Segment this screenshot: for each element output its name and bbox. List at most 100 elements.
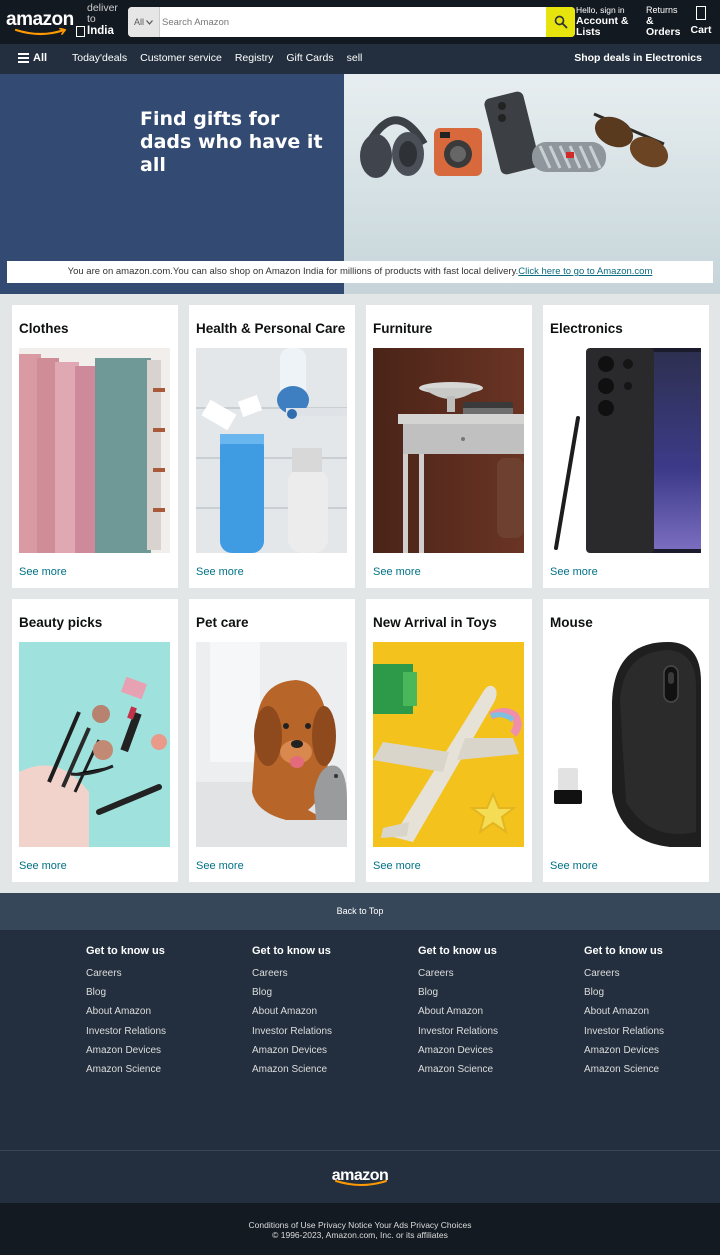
beauty-image[interactable]	[19, 642, 170, 847]
mouse-image[interactable]	[550, 642, 701, 847]
footer-link-blog[interactable]: Blog	[86, 983, 236, 1002]
footer-amazon-logo[interactable]: amazon	[330, 1166, 390, 1190]
footer-link-investor[interactable]: Investor Relations	[584, 1022, 720, 1041]
category-card-furniture: Furniture See more	[366, 305, 532, 588]
footer-link-investor[interactable]: Investor Relations	[418, 1022, 568, 1041]
search-category-label: All	[133, 17, 144, 27]
go-to-amazon-link[interactable]: Click here to go to Amazon.com	[518, 266, 652, 277]
subnav-link-todays-deals[interactable]: Today'deals	[72, 52, 127, 64]
deliver-to[interactable]: deliver to India	[76, 3, 122, 37]
wireless-mouse-illustration	[550, 642, 701, 847]
amazon-logo[interactable]: amazon	[6, 9, 74, 36]
footer-link-devices[interactable]: Amazon Devices	[584, 1041, 720, 1060]
shop-deals-electronics-link[interactable]: Shop deals in Electronics	[574, 52, 702, 64]
back-to-top-button[interactable]: Back to Top	[0, 893, 720, 930]
footer-link-careers[interactable]: Careers	[86, 964, 236, 983]
footer-link-blog[interactable]: Blog	[252, 983, 402, 1002]
category-card-mouse: Mouse See more	[543, 599, 709, 882]
card-title: Pet care	[196, 615, 249, 630]
footer-logo-band: amazon	[0, 1150, 720, 1203]
footer-link-devices[interactable]: Amazon Devices	[86, 1041, 236, 1060]
hero-title: Find gifts for dads who have it all	[140, 108, 344, 177]
footer-logo-smile-icon	[335, 1180, 387, 1186]
hero-title-line1: Find gifts for	[140, 108, 280, 130]
see-more-link[interactable]: See more	[373, 566, 421, 578]
logo-text: amazon	[6, 9, 74, 30]
legal-footer: Conditions of Use Privacy Notice Your Ad…	[0, 1203, 720, 1255]
search-input[interactable]	[160, 7, 546, 37]
footer-link-science[interactable]: Amazon Science	[86, 1060, 236, 1079]
category-card-toys: New Arrival in Toys See more	[366, 599, 532, 882]
pet-care-image[interactable]	[196, 642, 347, 847]
card-title: Health & Personal Care	[196, 321, 346, 336]
clothes-image[interactable]	[19, 348, 170, 553]
footer-link-about[interactable]: About Amazon	[584, 1002, 720, 1021]
health-products-illustration	[196, 348, 347, 553]
all-menu-button[interactable]: All	[18, 52, 47, 64]
footer-link-investor[interactable]: Investor Relations	[86, 1022, 236, 1041]
footer-link-science[interactable]: Amazon Science	[252, 1060, 402, 1079]
cart-button[interactable]: Cart	[686, 6, 716, 36]
see-more-link[interactable]: See more	[19, 860, 67, 872]
hero-banner[interactable]: Find gifts for dads who have it all You …	[0, 74, 720, 294]
orders-label: & Orders	[646, 15, 681, 38]
furniture-image[interactable]	[373, 348, 524, 553]
footer-link-about[interactable]: About Amazon	[86, 1002, 236, 1021]
footer-link-blog[interactable]: Blog	[584, 983, 720, 1002]
search-category-select[interactable]: All	[128, 7, 160, 37]
see-more-link[interactable]: See more	[550, 860, 598, 872]
top-navbar: amazon deliver to India All Hello,	[0, 0, 720, 44]
subnav-links: Today'deals Customer service Registry Gi…	[72, 52, 362, 64]
electronics-image[interactable]	[550, 348, 701, 553]
see-more-link[interactable]: See more	[19, 566, 67, 578]
toys-image[interactable]	[373, 642, 524, 847]
footer-link-careers[interactable]: Careers	[418, 964, 568, 983]
location-pin-icon	[76, 26, 85, 37]
clothes-folders-illustration	[19, 348, 170, 553]
footer-link-science[interactable]: Amazon Science	[418, 1060, 568, 1079]
card-title: Clothes	[19, 321, 69, 336]
subnav-link-sell[interactable]: sell	[347, 52, 363, 64]
toy-plane-illustration	[373, 642, 524, 847]
search-bar: All	[128, 7, 575, 37]
makeup-illustration	[19, 642, 170, 847]
subnav-link-gift-cards[interactable]: Gift Cards	[286, 52, 333, 64]
footer-link-careers[interactable]: Careers	[252, 964, 402, 983]
see-more-link[interactable]: See more	[373, 860, 421, 872]
category-card-health: Health & Personal Care See more	[189, 305, 355, 588]
footer-column-heading: Get to know us	[86, 945, 165, 957]
footer-link-investor[interactable]: Investor Relations	[252, 1022, 402, 1041]
see-more-link[interactable]: See more	[196, 566, 244, 578]
footer-link-devices[interactable]: Amazon Devices	[418, 1041, 568, 1060]
account-lists[interactable]: Hello, sign in Account & Lists	[576, 5, 644, 38]
returns-orders[interactable]: Returns & Orders	[646, 5, 686, 38]
footer-link-blog[interactable]: Blog	[418, 983, 568, 1002]
footer-link-science[interactable]: Amazon Science	[584, 1060, 720, 1079]
deliver-location: India	[87, 25, 114, 37]
see-more-link[interactable]: See more	[550, 566, 598, 578]
search-button[interactable]	[546, 7, 575, 37]
all-menu-label: All	[33, 52, 48, 64]
logo-smile-icon	[14, 28, 67, 36]
category-card-electronics: Electronics See more	[543, 305, 709, 588]
footer-link-about[interactable]: About Amazon	[252, 1002, 402, 1021]
cart-icon	[696, 6, 706, 20]
hero-title-line2: dads who have it all	[140, 131, 323, 176]
legal-links[interactable]: Conditions of Use Privacy Notice Your Ad…	[0, 1220, 720, 1230]
footer-link-about[interactable]: About Amazon	[418, 1002, 568, 1021]
footer-link-careers[interactable]: Careers	[584, 964, 720, 983]
footer-link-devices[interactable]: Amazon Devices	[252, 1041, 402, 1060]
region-notice: You are on amazon.com.You can also shop …	[7, 261, 713, 283]
subnav-link-registry[interactable]: Registry	[235, 52, 274, 64]
account-label: Account & Lists	[576, 15, 629, 38]
see-more-link[interactable]: See more	[196, 860, 244, 872]
footer-column-heading: Get to know us	[252, 945, 331, 957]
card-title: Beauty picks	[19, 615, 103, 630]
sub-navbar: All Today'deals Customer service Registr…	[0, 44, 720, 74]
category-card-clothes: Clothes See more	[12, 305, 178, 588]
subnav-link-customer-service[interactable]: Customer service	[140, 52, 222, 64]
speaker-icon	[532, 142, 606, 172]
smartphone-icon	[484, 91, 540, 175]
dog-cat-illustration	[196, 642, 347, 847]
health-care-image[interactable]	[196, 348, 347, 553]
